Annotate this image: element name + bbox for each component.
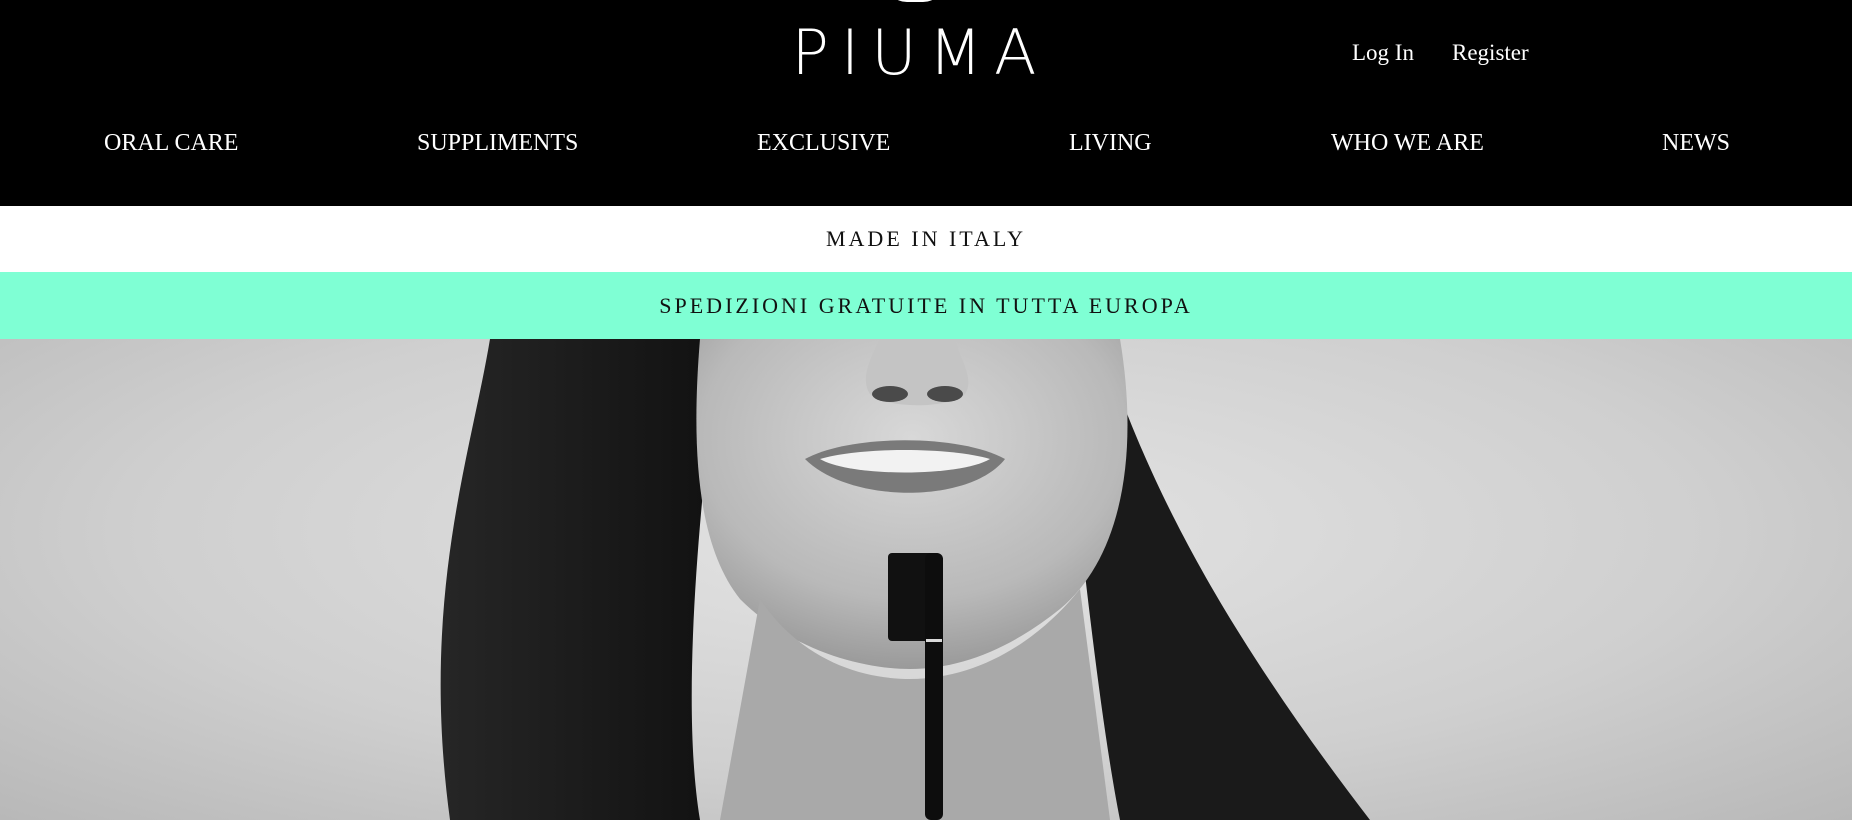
brand-logo[interactable]: PIUMA (770, 0, 1070, 90)
made-in-italy-banner: MADE IN ITALY (0, 206, 1852, 272)
made-in-italy-text: MADE IN ITALY (825, 226, 1026, 251)
logo-mark-icon (885, 0, 945, 2)
nav-item-living[interactable]: LIVING (1069, 130, 1152, 157)
hero-photo-illustration (440, 339, 1370, 820)
shipping-text: SPEDIZIONI GRATUITE IN TUTTA EUROPA (659, 292, 1193, 318)
logo-text: PIUMA (791, 16, 1049, 89)
nostril-left (872, 386, 908, 402)
hair-left (440, 339, 720, 820)
nostril-right (927, 386, 963, 402)
hero-image (0, 339, 1852, 820)
nav-item-exclusive[interactable]: EXCLUSIVE (757, 130, 890, 157)
nav-item-who-we-are[interactable]: WHO WE ARE (1331, 130, 1484, 157)
toothbrush-handle (925, 553, 943, 820)
nav-item-news[interactable]: NEWS (1662, 130, 1730, 157)
register-link[interactable]: Register (1452, 40, 1529, 66)
shipping-banner: SPEDIZIONI GRATUITE IN TUTTA EUROPA (0, 272, 1852, 339)
nav-item-oral-care[interactable]: ORAL CARE (104, 130, 238, 157)
login-link[interactable]: Log In (1352, 40, 1414, 66)
nav-item-suppliments[interactable]: SUPPLIMENTS (417, 130, 578, 157)
site-header: PIUMA Log In Register ORAL CARE SUPPLIME… (0, 0, 1852, 206)
toothbrush-band (926, 639, 942, 642)
